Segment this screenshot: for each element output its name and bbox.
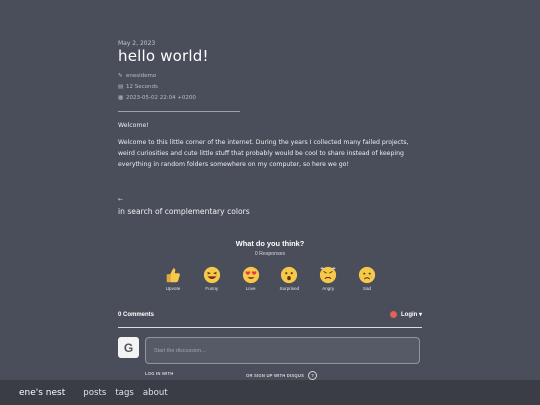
reaction-label: Upvote (165, 286, 181, 291)
reaction-surprised[interactable]: Surprised (274, 266, 304, 291)
reaction-upvote[interactable]: Upvote (158, 266, 188, 291)
nav-posts[interactable]: posts (83, 388, 106, 398)
read-time: 12 Seconds (126, 84, 158, 90)
comments-count: 0 Comments (118, 312, 155, 318)
post-timestamp: ▦ 2023-05-02 22:04 +0200 (118, 95, 196, 101)
laughing-face-icon (203, 266, 220, 284)
login-label: Login ▾ (400, 312, 422, 318)
reaction-label: Sad (362, 286, 372, 291)
back-arrow-link[interactable]: ← (118, 196, 123, 203)
footer-bar: ene's nest posts tags about (0, 380, 540, 405)
reaction-label: Angry (322, 286, 335, 291)
reactions-question: What do you think? (235, 239, 305, 248)
thumbs-up-icon (166, 268, 180, 283)
comments-header: 0 Comments Login ▾ (118, 310, 422, 328)
responses-count: 0 Responses (254, 251, 286, 257)
reaction-label: Funny (205, 286, 219, 291)
post-paragraph: Welcome! (118, 122, 149, 129)
sad-face-icon (358, 266, 376, 284)
post-date: May 2, 2023 (118, 40, 156, 47)
post-paragraph: Welcome to this little corner of the int… (118, 139, 409, 168)
post-read-time: ▤ 12 Seconds (118, 84, 158, 90)
angry-face-icon (320, 266, 337, 284)
timestamp: 2023-05-02 22:04 +0200 (126, 95, 196, 101)
pen-icon: ✎ (118, 73, 123, 79)
reaction-funny[interactable]: Funny (197, 266, 227, 291)
reaction-angry[interactable]: Angry (313, 266, 343, 291)
signup-label: OR SIGN UP WITH DISQUS (246, 373, 305, 378)
divider (118, 111, 240, 112)
book-icon: ▤ (118, 84, 124, 90)
reaction-sad[interactable]: Sad (352, 266, 382, 291)
next-post-link[interactable]: in search of complementary colors (118, 207, 250, 216)
login-with-label: LOG IN WITH (145, 371, 174, 376)
comment-input[interactable]: Start the discussion… (145, 337, 420, 364)
footer-nav: posts tags about (83, 388, 176, 398)
surprised-face-icon (281, 266, 298, 284)
post-author: ✎ enesidemo (118, 73, 156, 79)
nav-tags[interactable]: tags (115, 388, 134, 398)
login-dropdown[interactable]: Login ▾ (389, 311, 422, 318)
site-brand[interactable]: ene's nest (19, 388, 65, 398)
reaction-label: Love (245, 286, 256, 291)
author-name: enesidemo (126, 73, 157, 79)
avatar: G (118, 337, 139, 358)
nav-about[interactable]: about (143, 388, 168, 398)
notification-dot-icon (389, 311, 397, 318)
heart-eyes-icon (242, 266, 259, 284)
reaction-label: Surprised (279, 286, 300, 291)
reactions-row: Upvote Funny Love Surprised Angry Sad (158, 266, 382, 291)
help-icon[interactable]: ? (308, 371, 318, 380)
post-title: hello world! (118, 47, 209, 65)
calendar-icon: ▦ (118, 95, 124, 101)
signup-with-disqus[interactable]: OR SIGN UP WITH DISQUS ? (246, 371, 318, 380)
reaction-love[interactable]: Love (236, 266, 266, 291)
